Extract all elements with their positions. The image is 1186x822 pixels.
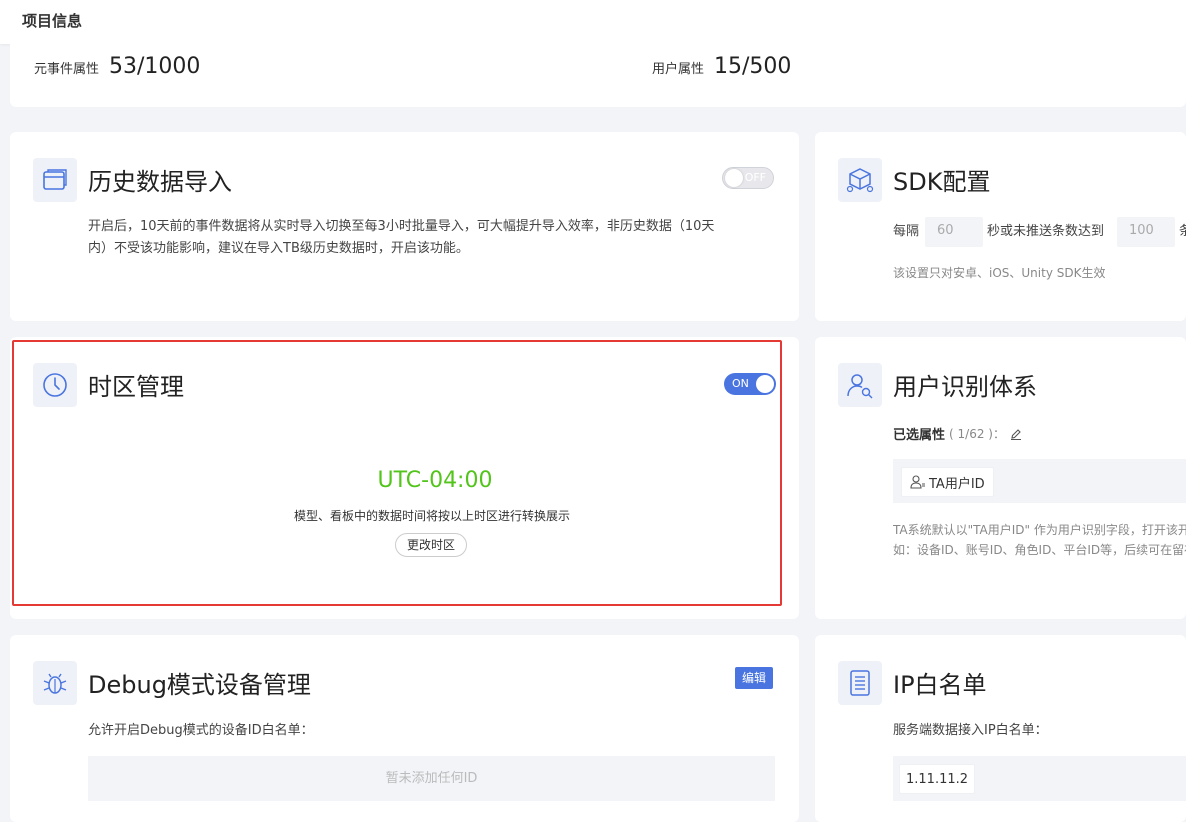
event-quota-label: 元事件属性 (34, 62, 100, 77)
debug-empty-list: 暂未添加任何ID (88, 756, 775, 801)
highlight-box (12, 340, 782, 606)
user-icon (910, 475, 925, 489)
user-quota-label: 用户属性 (652, 62, 705, 77)
property-chip-label: TA用户ID (929, 476, 985, 492)
event-quota: 元事件属性 53/1000 (34, 54, 200, 79)
user-quota-value: 15/500 (714, 54, 792, 79)
selected-properties-count: ( 1/62 )： (949, 427, 1005, 441)
bug-icon (33, 661, 77, 705)
debug-device-card: Debug模式设备管理 编辑 允许开启Debug模式的设备ID白名单： 暂未添加… (10, 635, 799, 822)
sdk-config-card: SDK配置 每隔 60 秒或未推送条数达到 100 条 该设置只对安卓、iOS、… (815, 132, 1186, 321)
user-identity-title: 用户识别体系 (893, 373, 1037, 401)
debug-device-title: Debug模式设备管理 (88, 671, 311, 699)
toggle-state-label: OFF (744, 171, 766, 184)
user-search-icon (838, 363, 882, 407)
identity-note: TA系统默认以"TA用户ID" 作为用户识别字段，打开该开关 如：设备ID、账号… (893, 520, 1186, 560)
page-title: 项目信息 (22, 12, 83, 30)
selected-properties-label: 已选属性 (893, 428, 946, 443)
quota-card: 元事件属性 53/1000 用户属性 15/500 (10, 44, 1186, 107)
ip-whitelist-description: 服务端数据接入IP白名单： (893, 723, 1048, 738)
user-quota: 用户属性 15/500 (652, 54, 791, 79)
event-quota-value: 53/1000 (109, 54, 201, 79)
sdk-tail-label: 条 (1179, 224, 1186, 239)
sdk-every-label: 每隔 (893, 224, 920, 239)
ip-whitelist-title: IP白名单 (893, 671, 987, 699)
identity-note-line2: 如：设备ID、账号ID、角色ID、平台ID等，后续可在留存 (893, 543, 1186, 557)
toggle-knob (725, 169, 743, 187)
edit-pencil-icon[interactable] (1009, 427, 1023, 441)
identity-note-line1: TA系统默认以"TA用户ID" 作为用户识别字段，打开该开关 (893, 523, 1186, 537)
history-import-description: 开启后，10天前的事件数据将从实时导入切换至每3小时批量导入，可大幅提升导入效率… (88, 216, 778, 260)
list-icon (838, 661, 882, 705)
page-header: 项目信息 (0, 0, 1186, 44)
debug-description: 允许开启Debug模式的设备ID白名单： (88, 723, 314, 738)
sdk-count-input[interactable]: 100 (1117, 217, 1175, 247)
cube-icon (838, 158, 882, 202)
user-identity-card: 用户识别体系 已选属性 ( 1/62 )： TA用户ID TA系统默认以"TA用… (815, 337, 1186, 619)
ip-whitelist-card: IP白名单 服务端数据接入IP白名单： 1.11.11.2 (815, 635, 1186, 822)
ip-chip[interactable]: 1.11.11.2 (899, 764, 976, 794)
history-import-title: 历史数据导入 (88, 168, 232, 196)
history-desc-line2: 内）不受该功能影响，建议在导入TB级历史数据时，开启该功能。 (88, 241, 469, 256)
history-import-toggle[interactable]: OFF (722, 167, 774, 189)
sdk-config-title: SDK配置 (893, 168, 991, 196)
debug-edit-button[interactable]: 编辑 (735, 667, 774, 689)
sdk-seconds-input[interactable]: 60 (925, 217, 983, 247)
selected-properties-row: 已选属性 ( 1/62 )： (893, 424, 1023, 443)
sdk-note: 该设置只对安卓、iOS、Unity SDK生效 (893, 266, 1106, 280)
window-icon (33, 158, 77, 202)
history-import-card: 历史数据导入 OFF 开启后，10天前的事件数据将从实时导入切换至每3小时批量导… (10, 132, 799, 321)
sdk-mid-label: 秒或未推送条数达到 (987, 224, 1105, 239)
history-desc-line1: 开启后，10天前的事件数据将从实时导入切换至每3小时批量导入，可大幅提升导入效率… (88, 219, 715, 234)
property-chip[interactable]: TA用户ID (901, 467, 994, 497)
